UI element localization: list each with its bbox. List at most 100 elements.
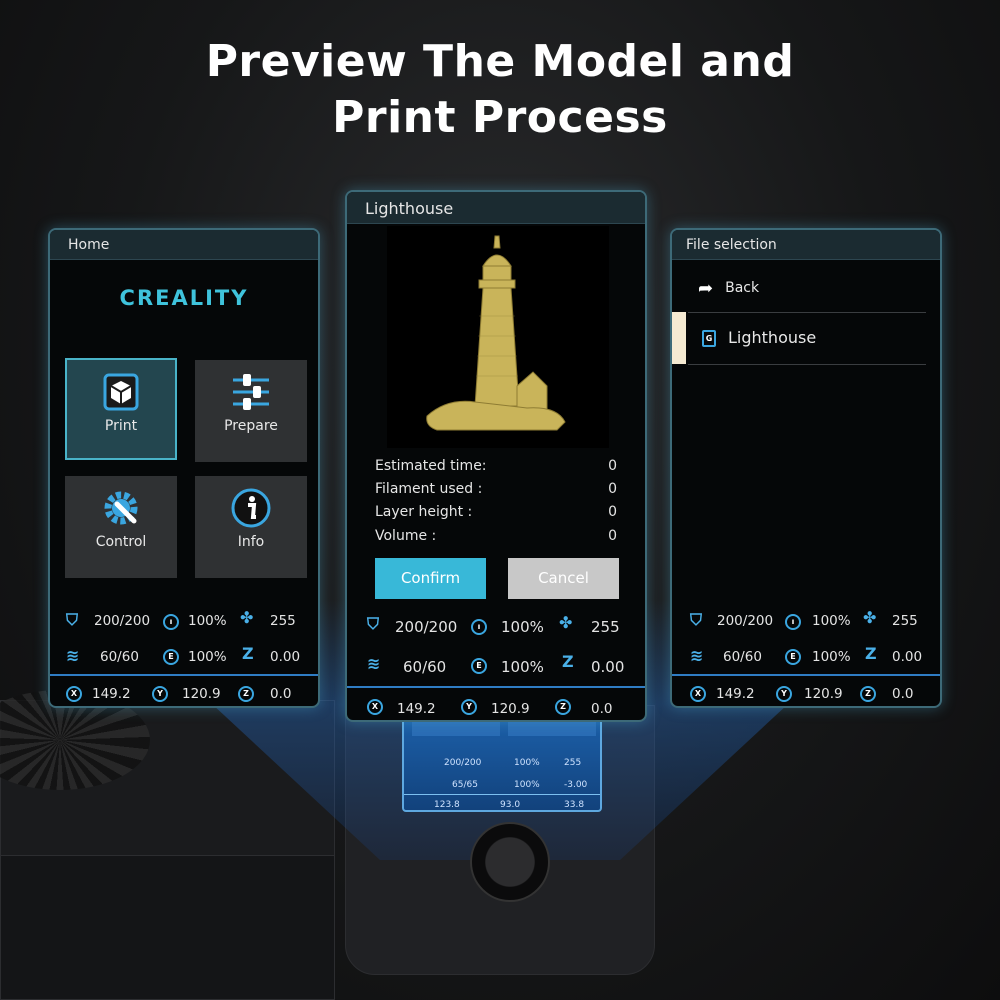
creality-logo: CREALITY <box>119 286 249 310</box>
filament-used-label: Filament used : <box>375 481 483 497</box>
z-axis-icon: Z <box>555 699 571 715</box>
fan-value: 255 <box>892 613 918 629</box>
x-axis-icon: X <box>690 686 706 702</box>
speed-value: 100% <box>501 618 544 636</box>
fan-icon: ✤ <box>559 613 573 632</box>
back-arrow-icon: ➦ <box>698 277 714 299</box>
layer-height-label: Layer height : <box>375 504 473 520</box>
device-speed: 100% <box>514 758 540 768</box>
sliders-icon <box>233 374 269 410</box>
flow-icon: E <box>471 658 487 674</box>
z-offset-icon: Z <box>242 644 254 663</box>
x-position: 149.2 <box>92 686 131 702</box>
layer-height-row: Layer height : 0 <box>375 504 617 520</box>
y-axis-icon: Y <box>461 699 477 715</box>
x-position: 149.2 <box>397 701 436 717</box>
info-button[interactable]: Info <box>195 476 307 578</box>
bed-heat-icon: ≋ <box>367 654 381 673</box>
home-screen: Home CREALITY Print Prepare Control Info… <box>48 228 320 708</box>
headline-line-1: Preview The Model and <box>205 36 795 87</box>
y-position: 120.9 <box>804 686 843 702</box>
fan-icon: ✤ <box>863 608 877 627</box>
status-divider <box>672 674 940 676</box>
device-flow: 100% <box>514 780 540 790</box>
bed-heat-icon: ≋ <box>66 646 80 665</box>
x-position: 149.2 <box>716 686 755 702</box>
device-bed: 65/65 <box>452 780 478 790</box>
print-label: Print <box>104 418 138 434</box>
fan-icon: ✤ <box>240 608 254 627</box>
z-offset-icon: Z <box>865 644 877 663</box>
list-divider <box>688 364 926 365</box>
gear-wrench-icon <box>104 491 138 525</box>
speed-icon: ı <box>163 614 179 630</box>
volume-label: Volume : <box>375 528 437 544</box>
home-title: Home <box>50 230 318 260</box>
status-divider <box>347 686 645 688</box>
print-file-cube-icon <box>103 373 139 411</box>
prepare-label: Prepare <box>224 418 278 434</box>
info-icon <box>231 488 271 528</box>
filament-used-row: Filament used : 0 <box>375 481 617 497</box>
device-y: 93.0 <box>500 800 521 810</box>
back-label: Back <box>725 280 760 296</box>
flow-value: 100% <box>501 658 544 676</box>
z-axis-icon: Z <box>860 686 876 702</box>
fan-value: 255 <box>591 618 620 636</box>
info-label: Info <box>237 534 265 550</box>
y-axis-icon: Y <box>152 686 168 702</box>
z-offset-value: 0.00 <box>270 649 301 665</box>
print-button[interactable]: Print <box>65 358 177 460</box>
y-axis-icon: Y <box>776 686 792 702</box>
control-label: Control <box>95 534 147 550</box>
nozzle-temp: 200/200 <box>395 618 458 636</box>
x-axis-icon: X <box>66 686 82 702</box>
y-position: 120.9 <box>182 686 221 702</box>
bed-temp: 60/60 <box>403 658 447 676</box>
flow-icon: E <box>163 649 179 665</box>
control-knob[interactable] <box>470 822 550 902</box>
headline-line-2: Print Process <box>332 92 668 143</box>
nozzle-icon: ⛉ <box>66 610 79 629</box>
nozzle-temp: 200/200 <box>94 613 151 629</box>
prepare-button[interactable]: Prepare <box>195 360 307 462</box>
flow-icon: E <box>785 649 801 665</box>
bed-temp: 60/60 <box>723 649 762 665</box>
estimated-time-value: 0 <box>608 458 617 474</box>
preview-screen: Lighthouse Estimated time: 0 Filament use… <box>345 190 647 722</box>
file-selection-screen: File selection ➦ Back G Lighthouse ⛉ 200… <box>670 228 942 708</box>
z-offset-value: 0.00 <box>892 649 923 665</box>
z-offset-value: 0.00 <box>591 658 625 676</box>
estimated-time-label: Estimated time: <box>375 458 487 474</box>
nozzle-temp: 200/200 <box>717 613 774 629</box>
device-screen: 200/200 100% 255 65/65 100% -3.00 123.8 … <box>402 716 602 812</box>
device-nozzle: 200/200 <box>444 758 482 768</box>
speed-value: 100% <box>812 613 851 629</box>
device-zoffset: -3.00 <box>564 780 588 790</box>
z-position: 0.0 <box>591 701 613 717</box>
back-button[interactable]: ➦ Back <box>698 276 759 300</box>
cancel-button[interactable]: Cancel <box>508 558 619 599</box>
printer-base <box>0 855 335 1000</box>
device-z: 33.8 <box>564 800 585 810</box>
file-selection-title: File selection <box>672 230 940 260</box>
z-position: 0.0 <box>270 686 292 702</box>
speed-value: 100% <box>188 613 227 629</box>
z-axis-icon: Z <box>238 686 254 702</box>
y-position: 120.9 <box>491 701 530 717</box>
speed-icon: ı <box>471 619 487 635</box>
z-position: 0.0 <box>892 686 914 702</box>
confirm-button[interactable]: Confirm <box>375 558 486 599</box>
model-preview <box>387 226 609 448</box>
file-name: Lighthouse <box>728 328 817 347</box>
layer-height-value: 0 <box>608 504 617 520</box>
lighthouse-model-image <box>426 235 566 431</box>
volume-row: Volume : 0 <box>375 528 617 544</box>
flow-value: 100% <box>188 649 227 665</box>
flow-value: 100% <box>812 649 851 665</box>
nozzle-icon: ⛉ <box>690 610 703 629</box>
selection-indicator <box>672 312 686 364</box>
control-button[interactable]: Control <box>65 476 177 578</box>
file-item-lighthouse[interactable]: G Lighthouse <box>672 312 926 364</box>
bed-temp: 60/60 <box>100 649 139 665</box>
